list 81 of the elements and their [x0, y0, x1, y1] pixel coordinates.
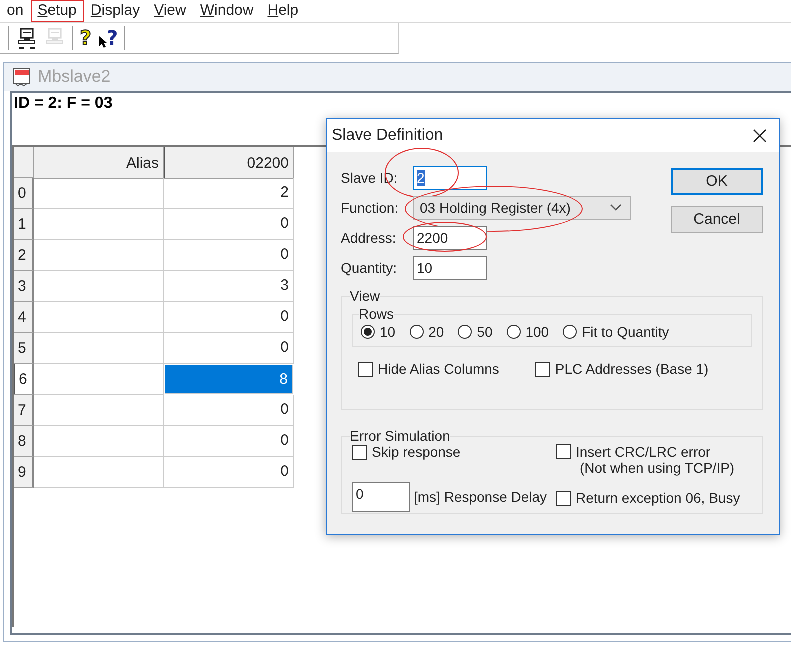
checkbox-label[interactable]: Insert CRC/LRC error	[576, 444, 735, 460]
window-title: Mbslave2	[38, 67, 111, 87]
table-cell[interactable]	[34, 426, 164, 457]
close-icon[interactable]	[753, 128, 767, 142]
row-header[interactable]: 3	[14, 271, 34, 302]
checkbox[interactable]	[535, 362, 550, 376]
table-cell[interactable]	[34, 457, 164, 488]
dialog-button[interactable]: Cancel	[671, 206, 763, 233]
chevron-down-icon[interactable]	[610, 204, 622, 212]
table-cell[interactable]	[34, 364, 164, 395]
field-label: Function:	[341, 200, 400, 216]
input-field[interactable]: 2	[413, 166, 487, 190]
column-header: 02200	[164, 147, 294, 179]
table-cell[interactable]: 0	[164, 395, 294, 426]
table-cell[interactable]: 3	[164, 271, 294, 302]
table-cell[interactable]	[34, 333, 164, 364]
row-header[interactable]: 8	[14, 426, 34, 457]
field-label: Address:	[341, 230, 398, 246]
input-field[interactable]: 0	[352, 482, 410, 512]
checkbox-note: (Not when using TCP/IP)	[579, 460, 735, 476]
radio-label[interactable]: Fit to Quantity	[582, 324, 670, 340]
grid-corner	[14, 147, 34, 178]
input-field[interactable]: 10	[413, 256, 487, 280]
table-cell[interactable]	[34, 302, 164, 333]
radio-button[interactable]	[563, 325, 578, 339]
dropdown[interactable]: 03 Holding Register (4x)	[413, 196, 631, 220]
row-header[interactable]: 9	[14, 457, 34, 488]
row-header[interactable]: 0	[14, 178, 34, 209]
document-icon	[12, 67, 32, 87]
group-title: View	[350, 288, 380, 304]
table-cell[interactable]: 0	[164, 302, 294, 333]
column-header: Alias	[34, 147, 164, 179]
monitor-icon[interactable]	[16, 26, 38, 50]
table-cell[interactable]: 0	[164, 426, 294, 457]
menu-item[interactable]: on	[0, 0, 31, 22]
radio-label[interactable]: 10	[380, 324, 396, 340]
table-cell[interactable]: 0	[164, 333, 294, 364]
checkbox[interactable]	[556, 444, 571, 459]
row-header[interactable]: 1	[14, 209, 34, 240]
radio-button[interactable]	[506, 325, 521, 339]
checkbox[interactable]	[352, 444, 367, 460]
field-label: Quantity:	[341, 260, 398, 276]
row-header[interactable]: 6	[14, 364, 34, 395]
row-header[interactable]: 2	[14, 240, 34, 271]
table-cell[interactable]: 8	[165, 365, 293, 394]
checkbox-label[interactable]: Skip response	[372, 444, 461, 460]
checkbox-label[interactable]: PLC Addresses (Base 1)	[555, 361, 709, 377]
input-field[interactable]: 2200	[413, 226, 487, 250]
field-label: [ms] Response Delay	[414, 489, 548, 505]
table-cell[interactable]: 0	[164, 457, 294, 488]
radio-button[interactable]	[410, 325, 424, 339]
table-cell[interactable]: 2	[164, 178, 294, 209]
menu-item[interactable]: Window	[193, 0, 261, 22]
row-header[interactable]: 4	[14, 302, 34, 333]
checkbox-label[interactable]: Return exception 06, Busy	[576, 490, 740, 506]
table-cell[interactable]: 0	[164, 240, 294, 271]
menu-item[interactable]: Setup	[30, 0, 84, 22]
menu-item[interactable]: Help	[260, 0, 306, 22]
row-header[interactable]: 7	[14, 395, 34, 426]
radio-label[interactable]: 20	[428, 324, 444, 340]
table-cell[interactable]	[34, 240, 164, 271]
radio-label[interactable]: 100	[526, 324, 550, 340]
table-cell[interactable]	[34, 395, 164, 426]
radio-button[interactable]	[361, 325, 375, 339]
checkbox[interactable]	[556, 490, 571, 506]
table-cell[interactable]	[34, 178, 164, 209]
dialog-title: Slave Definition	[332, 126, 444, 144]
menu-item[interactable]: Display	[84, 0, 148, 22]
slave-info-text: ID = 2: F = 03	[13, 94, 114, 114]
radio-button[interactable]	[458, 325, 472, 339]
checkbox[interactable]	[358, 362, 373, 376]
table-cell[interactable]	[34, 271, 164, 302]
group-title: Error Simulation	[350, 428, 450, 444]
menu-item[interactable]: View	[147, 0, 194, 22]
table-cell[interactable]: 0	[164, 209, 294, 240]
checkbox-label[interactable]: Hide Alias Columns	[378, 361, 500, 377]
radio-label[interactable]: 50	[477, 324, 493, 340]
dialog-button[interactable]: OK	[671, 168, 763, 195]
group-title: Rows	[359, 306, 394, 322]
row-header[interactable]: 5	[14, 333, 34, 364]
table-cell[interactable]	[34, 209, 164, 240]
